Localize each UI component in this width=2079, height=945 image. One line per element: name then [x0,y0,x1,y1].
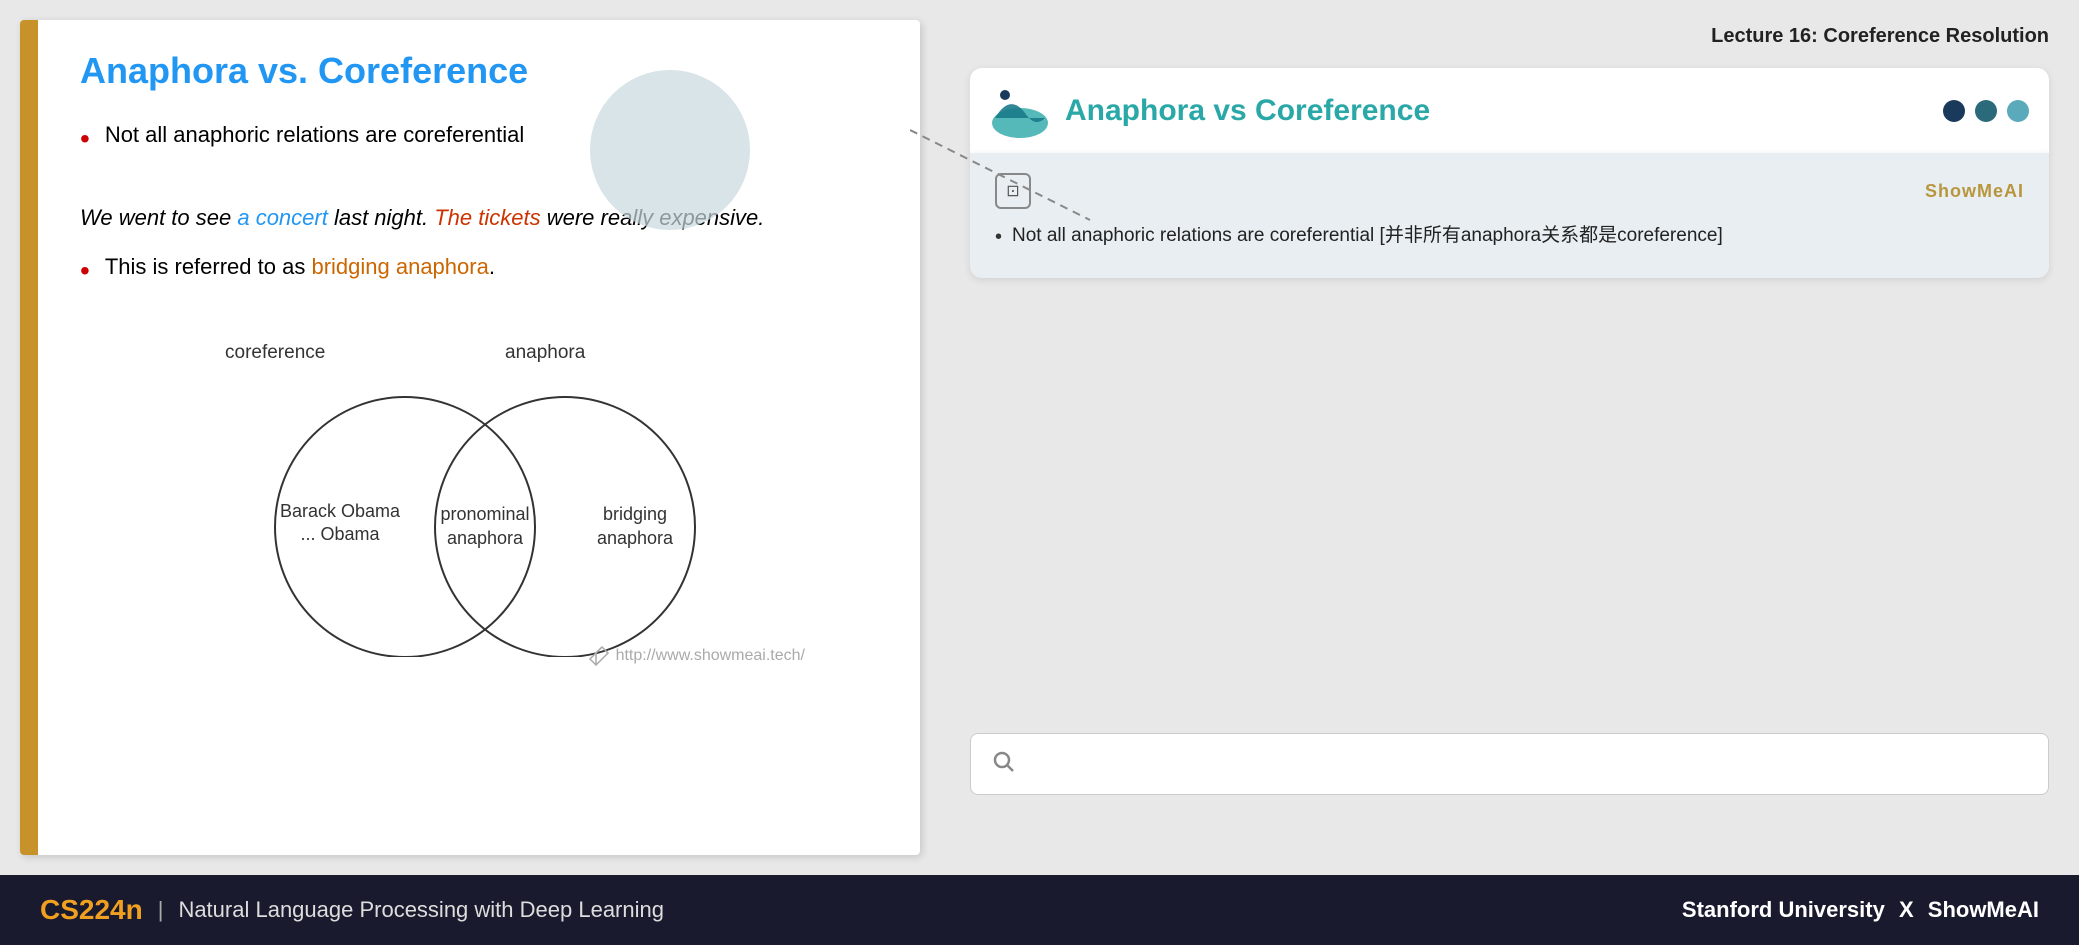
search-input[interactable] [1025,754,2028,775]
search-container [970,733,2049,795]
bullet-text-2: This is referred to as bridging anaphora… [105,254,495,280]
course-code: CS224n [40,894,143,926]
bullet2-prefix: This is referred to as [105,254,312,279]
ai-card: ⊡ ShowMeAI • Not all anaphoric relations… [970,153,2049,278]
bullet2-suffix: . [489,254,495,279]
venn-svg: Barack Obama ... Obama pronominal anapho… [175,372,795,657]
bullet-dot-2: • [80,254,90,288]
preview-dots [1943,100,2029,122]
bottom-description: Natural Language Processing with Deep Le… [178,897,664,923]
bullet-list-2: • This is referred to as bridging anapho… [80,254,870,303]
bullet-dot-1: • [80,122,90,156]
ai-content: • Not all anaphoric relations are corefe… [995,221,2024,253]
bottom-right: Stanford University X ShowMeAI [1682,897,2039,923]
bullet-item-2: • This is referred to as bridging anapho… [80,254,870,288]
main-container: Anaphora vs. Coreference • Not all anaph… [0,0,2079,945]
svg-text:anaphora: anaphora [447,528,524,548]
balloon-circle [590,70,750,230]
bullet-text-1: Not all anaphoric relations are corefere… [105,122,524,148]
slide-preview-header: Anaphora vs Coreference [970,68,2049,153]
bullet-list: • Not all anaphoric relations are corefe… [80,122,870,171]
dot-2 [1975,100,1997,122]
bottom-bar: CS224n | Natural Language Processing wit… [0,875,2079,945]
watermark-icon [588,645,610,667]
ai-bullet: • Not all anaphoric relations are corefe… [995,221,2024,253]
bridging-link: bridging anaphora [311,254,488,279]
svg-text:pronominal: pronominal [440,504,529,524]
ai-card-header: ⊡ ShowMeAI [995,173,2024,209]
preview-logo-svg [990,83,1050,138]
example-text: We went to see a concert last night. The… [80,201,870,234]
lecture-title: Lecture 16: Coreference Resolution [970,20,2049,48]
ai-icon: ⊡ [995,173,1031,209]
ai-content-text: Not all anaphoric relations are corefere… [1012,221,1723,251]
slide-panel: Anaphora vs. Coreference • Not all anaph… [20,20,920,855]
ai-icon-symbol: ⊡ [1006,181,1019,201]
slide-title: Anaphora vs. Coreference [80,50,870,92]
concert-link: a concert [237,205,328,230]
showmeai-brand: ShowMeAI [1925,181,2024,202]
ai-bullet-dot: • [995,221,1002,253]
search-icon [991,749,1015,779]
content-area: Anaphora vs. Coreference • Not all anaph… [0,0,2079,875]
slide-left-bar [20,20,38,855]
stanford-text: Stanford University [1682,897,1885,922]
search-box[interactable] [970,733,2049,795]
svg-text:Barack Obama: Barack Obama [280,501,401,521]
venn-diagram: coreference anaphora Barack Obama ... Ob… [135,342,815,662]
dot-3 [2007,100,2029,122]
right-panel: Lecture 16: Coreference Resolution Anaph… [940,0,2079,875]
preview-title: Anaphora vs Coreference [1065,94,1943,128]
bullet-item-1: • Not all anaphoric relations are corefe… [80,122,870,156]
example-middle: last night. [328,205,434,230]
showmeai-footer-text: ShowMeAI [1928,897,2039,922]
x-separator: X [1899,897,1914,922]
example-prefix: We went to see [80,205,237,230]
preview-logo [990,83,1050,138]
watermark-text: http://www.showmeai.tech/ [616,647,805,665]
venn-label-coreference: coreference [225,342,325,364]
venn-label-anaphora: anaphora [505,342,585,364]
watermark: http://www.showmeai.tech/ [588,645,805,667]
bottom-separator: | [158,897,164,923]
svg-text:anaphora: anaphora [597,528,674,548]
svg-text:bridging: bridging [603,504,667,524]
tickets-link: The tickets [434,205,540,230]
dot-1 [1943,100,1965,122]
svg-text:... Obama: ... Obama [300,524,380,544]
